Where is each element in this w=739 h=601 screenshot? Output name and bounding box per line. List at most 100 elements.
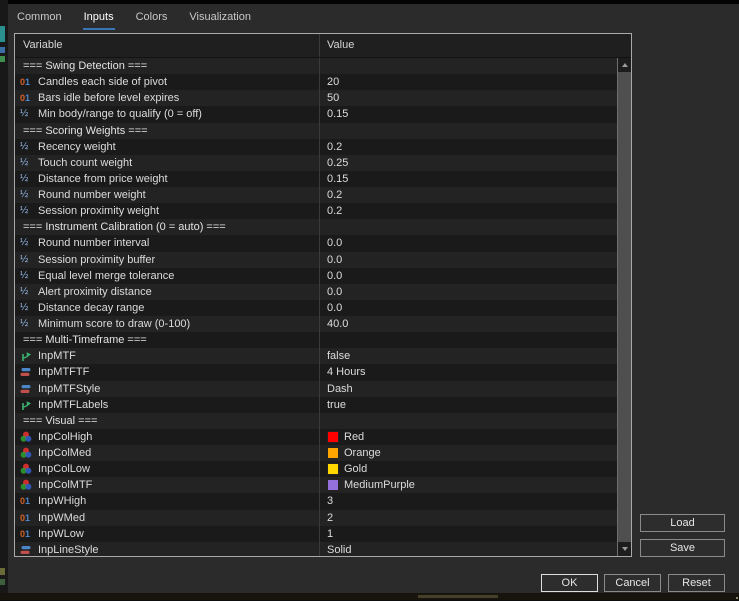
scroll-up-button[interactable] (618, 58, 631, 72)
table-row[interactable]: ½ Round number weight 0.2 (15, 187, 617, 204)
value-text: Orange (344, 447, 381, 460)
variable-label: InpMTFStyle (38, 382, 101, 395)
value-cell[interactable]: Gold (319, 461, 617, 478)
value-cell[interactable]: 4 Hours (319, 364, 617, 381)
value-cell[interactable] (319, 332, 617, 349)
table-row[interactable]: InpMTFStyle Dash (15, 380, 617, 397)
table-row[interactable]: ½ Min body/range to qualify (0 = off) 0.15 (15, 106, 617, 123)
variable-label: === Visual === (23, 414, 98, 427)
value-cell[interactable]: 0.15 (319, 106, 617, 123)
tab-colors[interactable]: Colors (135, 6, 169, 30)
reset-button[interactable]: Reset (668, 574, 725, 592)
table-row[interactable]: InpColMTF MediumPurple (15, 477, 617, 494)
vertical-scrollbar[interactable] (617, 58, 631, 556)
value-cell[interactable]: 0.0 (319, 283, 617, 300)
table-row[interactable]: ½ Touch count weight 0.25 (15, 154, 617, 171)
value-cell[interactable]: 0.15 (319, 170, 617, 187)
table-row[interactable]: ½ Minimum score to draw (0-100) 40.0 (15, 316, 617, 333)
table-row[interactable]: ½ Distance decay range 0.0 (15, 299, 617, 316)
table-row[interactable]: InpLineStyle Solid (15, 541, 617, 556)
save-button[interactable]: Save (640, 539, 725, 557)
table-row[interactable]: 0 1 InpWHigh 3 (15, 493, 617, 510)
value-cell[interactable]: 0.25 (319, 154, 617, 171)
value-cell[interactable]: 0.0 (319, 251, 617, 268)
section-row[interactable]: === Multi-Timeframe === (15, 332, 617, 349)
table-row[interactable]: InpColLow Gold (15, 461, 617, 478)
chart-pixel-mark (0, 56, 5, 62)
double-type-icon: ½ (20, 140, 29, 152)
color-type-icon (20, 447, 35, 459)
value-cell[interactable]: 1 (319, 525, 617, 542)
value-cell[interactable]: MediumPurple (319, 477, 617, 494)
value-cell[interactable]: 40.0 (319, 316, 617, 333)
value-cell[interactable]: 0.0 (319, 235, 617, 252)
value-cell[interactable] (319, 122, 617, 139)
scrollbar-thumb[interactable] (618, 72, 631, 542)
table-row[interactable]: InpColHigh Red (15, 428, 617, 445)
table-row[interactable]: 0 1 InpWMed 2 (15, 509, 617, 526)
table-row[interactable]: 0 1 Candles each side of pivot 20 (15, 74, 617, 91)
variable-label: Round number interval (38, 237, 150, 250)
scroll-down-button[interactable] (618, 542, 631, 556)
variable-cell: ½ Recency weight (15, 139, 319, 155)
table-row[interactable]: InpMTF false (15, 348, 617, 365)
value-text: 2 (327, 511, 334, 524)
bool-type-icon (20, 350, 35, 362)
value-cell[interactable]: 50 (319, 90, 617, 107)
value-cell[interactable]: 0.2 (319, 138, 617, 155)
value-cell[interactable]: 0.2 (319, 203, 617, 220)
table-row[interactable]: ½ Session proximity weight 0.2 (15, 203, 617, 220)
value-cell[interactable]: 0.2 (319, 187, 617, 204)
cancel-button[interactable]: Cancel (604, 574, 661, 592)
value-cell[interactable]: Solid (319, 541, 617, 556)
ok-button[interactable]: OK (541, 574, 598, 592)
color-swatch (327, 430, 339, 443)
table-row[interactable]: InpMTFLabels true (15, 396, 617, 413)
inputs-table: Variable Value === Swing Detection === 0 1… (14, 33, 632, 557)
integer-type-icon: 01 (20, 528, 31, 539)
variable-label: InpWHigh (38, 495, 87, 508)
tab-common[interactable]: Common (16, 6, 63, 30)
variable-label: InpMTFLabels (38, 398, 109, 411)
table-row[interactable]: 0 1 InpWLow 1 (15, 525, 617, 542)
double-type-icon: ½ (20, 108, 29, 120)
color-type-icon (20, 431, 35, 443)
value-cell[interactable]: Orange (319, 445, 617, 462)
variable-cell: InpMTFTF (15, 364, 319, 380)
table-row[interactable]: InpColMed Orange (15, 445, 617, 462)
variable-label: Bars idle before level expires (38, 92, 180, 105)
section-row[interactable]: === Visual === (15, 412, 617, 429)
variable-label: InpLineStyle (38, 543, 99, 556)
tab-visualization[interactable]: Visualization (188, 6, 252, 30)
value-cell[interactable] (319, 219, 617, 236)
section-row[interactable]: === Swing Detection === (15, 58, 617, 75)
table-row[interactable]: ½ Equal level merge tolerance 0.0 (15, 267, 617, 284)
table-row[interactable]: ½ Alert proximity distance 0.0 (15, 283, 617, 300)
value-cell[interactable]: 0.0 (319, 299, 617, 316)
table-row[interactable]: 0 1 Bars idle before level expires 50 (15, 90, 617, 107)
table-row[interactable]: ½ Round number interval 0.0 (15, 235, 617, 252)
value-cell[interactable]: 20 (319, 74, 617, 91)
variable-cell: ½ Session proximity weight (15, 203, 319, 219)
value-cell[interactable]: 3 (319, 493, 617, 510)
section-row[interactable]: === Instrument Calibration (0 = auto) ==… (15, 219, 617, 236)
value-cell[interactable] (319, 58, 617, 75)
variable-cell: InpMTF (15, 348, 319, 364)
variable-cell: 0 1 Bars idle before level expires (15, 90, 319, 106)
value-cell[interactable]: Dash (319, 380, 617, 397)
value-cell[interactable]: Red (319, 428, 617, 445)
value-cell[interactable]: 2 (319, 509, 617, 526)
table-row[interactable]: ½ Recency weight 0.2 (15, 138, 617, 155)
value-cell[interactable] (319, 412, 617, 429)
value-cell[interactable]: false (319, 348, 617, 365)
table-row[interactable]: InpMTFTF 4 Hours (15, 364, 617, 381)
table-row[interactable]: ½ Session proximity buffer 0.0 (15, 251, 617, 268)
value-cell[interactable]: 0.0 (319, 267, 617, 284)
value-cell[interactable]: true (319, 396, 617, 413)
tab-inputs[interactable]: Inputs (82, 6, 115, 30)
table-row[interactable]: ½ Distance from price weight 0.15 (15, 170, 617, 187)
chart-pixel-mark (0, 26, 5, 42)
section-row[interactable]: === Scoring Weights === (15, 122, 617, 139)
load-button[interactable]: Load (640, 514, 725, 532)
color-type-icon (20, 479, 35, 491)
